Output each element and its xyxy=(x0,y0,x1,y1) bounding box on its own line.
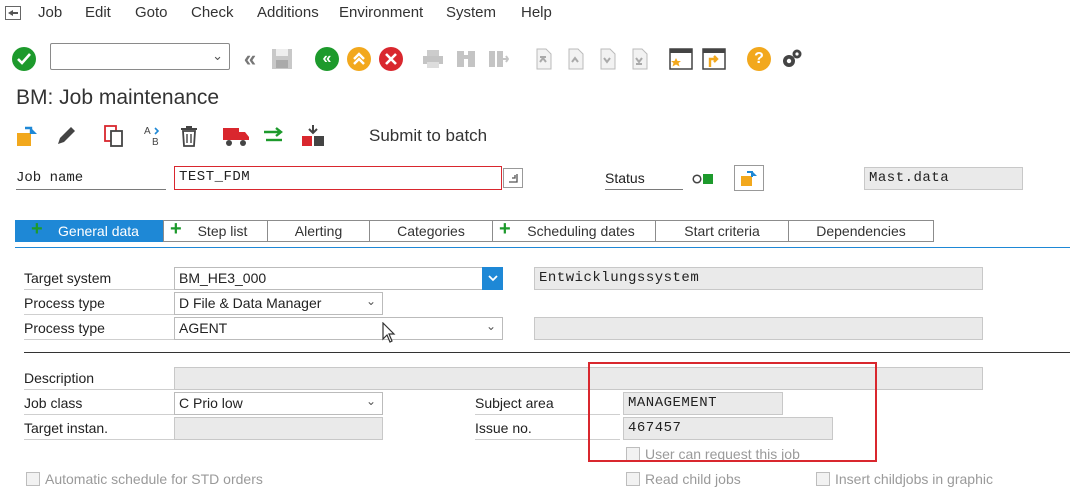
process-type-label: Process type xyxy=(24,292,174,315)
transfer-icon[interactable] xyxy=(261,123,287,149)
exit-icon[interactable] xyxy=(347,47,371,71)
chevron-down-icon[interactable] xyxy=(482,267,503,290)
tab-start-criteria[interactable]: Start criteria xyxy=(656,220,789,242)
last-page-icon[interactable] xyxy=(627,47,651,71)
value-help-icon[interactable] xyxy=(503,168,523,188)
command-field[interactable]: ⌄ xyxy=(50,43,230,70)
menu-environment[interactable]: Environment xyxy=(339,4,423,21)
menu-system[interactable]: System xyxy=(446,4,496,21)
edit-icon[interactable] xyxy=(53,123,79,149)
shortcut-icon[interactable] xyxy=(701,46,727,72)
print-icon[interactable] xyxy=(421,47,445,71)
tab-alerting[interactable]: Alerting xyxy=(268,220,370,242)
job-name-field[interactable]: TEST_FDM xyxy=(174,166,502,190)
target-instance-label: Target instan. xyxy=(24,417,174,440)
delete-icon[interactable] xyxy=(176,123,202,149)
read-child-jobs-label: Read child jobs xyxy=(645,471,741,487)
menu-edit[interactable]: Edit xyxy=(85,4,111,21)
settings-icon[interactable] xyxy=(779,46,805,72)
first-page-icon[interactable] xyxy=(531,47,555,71)
chevron-down-icon: ⌄ xyxy=(365,294,376,308)
other-object-icon[interactable] xyxy=(14,123,40,149)
status-indicator-icon xyxy=(692,172,714,186)
svg-text:A: A xyxy=(144,126,151,137)
page-title: BM: Job maintenance xyxy=(16,86,220,109)
tab-step-list[interactable]: + Step list xyxy=(163,218,268,242)
job-class-select[interactable]: C Prio low ⌄ xyxy=(174,392,383,415)
submit-to-batch-button[interactable]: Submit to batch xyxy=(369,126,487,146)
job-class-label: Job class xyxy=(24,392,174,415)
plus-icon: + xyxy=(31,218,43,240)
nav-back-icon[interactable]: « xyxy=(315,47,339,71)
target-system-label: Target system xyxy=(24,267,174,290)
menu-help[interactable]: Help xyxy=(521,4,552,21)
tab-general-data[interactable]: + General data xyxy=(15,218,163,242)
help-icon[interactable]: ? xyxy=(747,47,771,71)
target-system-description: Entwicklungssystem xyxy=(534,267,983,290)
read-child-jobs-checkbox[interactable] xyxy=(626,472,640,486)
menu-goto[interactable]: Goto xyxy=(135,4,168,21)
create-session-icon[interactable] xyxy=(668,46,694,72)
issue-no-label: Issue no. xyxy=(475,417,620,440)
process-type-description xyxy=(534,317,983,340)
tab-categories[interactable]: Categories xyxy=(370,220,493,242)
master-data-field: Mast.data xyxy=(864,167,1023,190)
menu-bar: Job Edit Goto Check Additions Environmen… xyxy=(0,0,1070,26)
subject-area-field[interactable]: MANAGEMENT xyxy=(623,392,783,415)
section-divider xyxy=(24,352,1070,353)
insert-childjobs-checkbox[interactable] xyxy=(816,472,830,486)
menu-check[interactable]: Check xyxy=(191,4,234,21)
user-can-request-checkbox[interactable] xyxy=(626,447,640,461)
description-field[interactable] xyxy=(174,367,983,390)
distribute-icon[interactable] xyxy=(300,123,326,149)
tab-scheduling-dates[interactable]: + Scheduling dates xyxy=(493,218,656,242)
subject-area-label: Subject area xyxy=(475,392,620,415)
description-label: Description xyxy=(24,367,174,390)
chevron-down-icon[interactable]: ⌄ xyxy=(212,48,223,64)
chevron-down-icon: ⌄ xyxy=(365,394,376,408)
rename-icon[interactable]: AB xyxy=(139,123,165,149)
enter-icon[interactable] xyxy=(12,47,36,71)
mouse-cursor-icon xyxy=(382,321,396,347)
status-change-icon[interactable] xyxy=(734,165,764,191)
menu-additions[interactable]: Additions xyxy=(257,4,319,21)
copy-icon[interactable] xyxy=(101,123,127,149)
process-type-select[interactable]: D File & Data Manager ⌄ xyxy=(174,292,383,315)
status-label: Status xyxy=(605,170,683,190)
plus-icon: + xyxy=(170,218,182,240)
menu-job[interactable]: Job xyxy=(38,4,62,21)
save-icon[interactable] xyxy=(270,47,294,71)
tab-dependencies[interactable]: Dependencies xyxy=(789,220,934,242)
auto-schedule-label: Automatic schedule for STD orders xyxy=(45,471,263,487)
find-next-icon[interactable] xyxy=(486,47,510,71)
insert-childjobs-label: Insert childjobs in graphic xyxy=(835,471,993,487)
svg-text:B: B xyxy=(152,137,159,148)
process-type-agent-select[interactable]: AGENT ⌄ xyxy=(174,317,503,340)
plus-icon: + xyxy=(499,218,511,240)
issue-no-field[interactable]: 467457 xyxy=(623,417,833,440)
next-page-icon[interactable] xyxy=(595,47,619,71)
job-name-label: Job name xyxy=(16,170,166,190)
double-left-icon[interactable]: « xyxy=(238,46,262,71)
auto-schedule-checkbox[interactable] xyxy=(26,472,40,486)
prev-page-icon[interactable] xyxy=(563,47,587,71)
chevron-down-icon: ⌄ xyxy=(485,319,496,333)
target-system-field[interactable]: BM_HE3_000 xyxy=(174,267,502,290)
process-type-label-2: Process type xyxy=(24,317,174,340)
transport-icon[interactable] xyxy=(222,123,250,149)
find-icon[interactable] xyxy=(454,47,478,71)
menu-icon[interactable] xyxy=(5,6,21,20)
target-instance-field[interactable] xyxy=(174,417,383,440)
user-can-request-label: User can request this job xyxy=(645,446,800,462)
tab-divider xyxy=(15,247,1070,248)
cancel-icon[interactable] xyxy=(379,47,403,71)
